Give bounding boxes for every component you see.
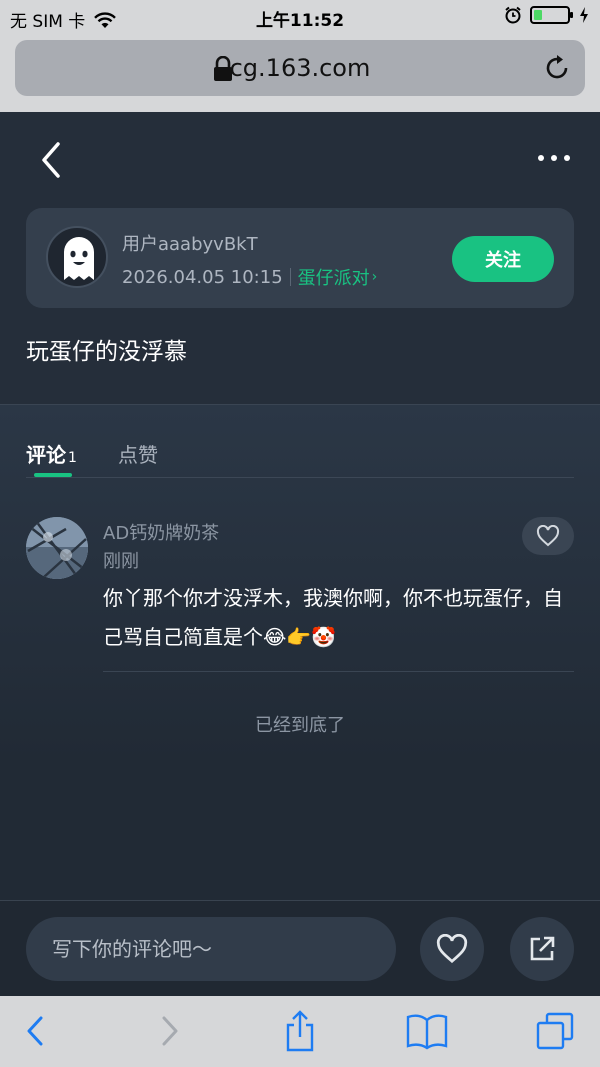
- like-button[interactable]: [420, 917, 484, 981]
- charging-icon: [580, 7, 588, 23]
- url-text: cg.163.com: [229, 54, 371, 82]
- browser-toolbar: [0, 996, 600, 1067]
- tab-comments-count: 1: [68, 450, 77, 466]
- comment-like-button[interactable]: [522, 517, 574, 555]
- follow-button[interactable]: 关注: [452, 236, 554, 282]
- post-meta: 2026.04.05 10:15 蛋仔派对 ›: [122, 264, 377, 290]
- alarm-icon: [505, 6, 521, 24]
- share-button[interactable]: [510, 917, 574, 981]
- author-username[interactable]: 用户aaabyvBkT: [122, 230, 258, 256]
- comment-time: 刚刚: [103, 551, 139, 572]
- author-card: 用户aaabyvBkT 2026.04.05 10:15 蛋仔派对 › 关注: [26, 208, 574, 308]
- battery-icon: [530, 6, 573, 24]
- game-tag[interactable]: 蛋仔派对: [298, 264, 370, 290]
- author-avatar[interactable]: [46, 226, 108, 288]
- more-dot: [564, 155, 570, 161]
- comment-input[interactable]: 写下你的评论吧～: [26, 917, 396, 981]
- comment-item: AD钙奶牌奶茶 刚刚 你丫那个你才没浮木，我澳你啊，你不也玩蛋仔，自己骂自己简直…: [0, 505, 600, 675]
- tab-likes-label: 点赞: [118, 443, 158, 467]
- bookmarks-icon: [406, 1014, 448, 1050]
- more-dot: [538, 155, 544, 161]
- ghost-avatar-icon: [64, 237, 94, 280]
- comment-text: 你丫那个你才没浮木，我澳你啊，你不也玩蛋仔，自己骂自己简直是个😂👉🤡: [103, 586, 563, 649]
- page-content: 用户aaabyvBkT 2026.04.05 10:15 蛋仔派对 › 关注 玩…: [0, 112, 600, 996]
- chevron-right-icon: [162, 1016, 178, 1046]
- upload-icon: [286, 1010, 314, 1052]
- reload-icon[interactable]: [541, 52, 573, 84]
- share-icon: [530, 936, 555, 961]
- post-header: 用户aaabyvBkT 2026.04.05 10:15 蛋仔派对 › 关注 玩…: [0, 112, 600, 404]
- browser-tabs-button[interactable]: [530, 1008, 580, 1054]
- status-bar: 无 SIM 卡 上午11:52: [0, 0, 600, 34]
- heart-icon: [436, 934, 468, 964]
- status-right: [504, 6, 590, 24]
- end-of-list-label: 已经到底了: [255, 715, 345, 736]
- browser-share-button[interactable]: [275, 1008, 325, 1054]
- more-icon[interactable]: [534, 148, 574, 168]
- game-tag-arrow: ›: [371, 269, 378, 285]
- address-bar[interactable]: cg.163.com: [15, 40, 585, 96]
- more-dot: [551, 155, 557, 161]
- commenter-name[interactable]: AD钙奶牌奶茶: [103, 519, 219, 545]
- post-timestamp: 2026.04.05 10:15: [122, 266, 283, 288]
- post-title: 玩蛋仔的没浮慕: [26, 339, 187, 365]
- heart-icon: [536, 525, 560, 547]
- browser-header: cg.163.com: [0, 34, 600, 112]
- tab-likes[interactable]: 点赞: [118, 439, 158, 468]
- browser-forward-button[interactable]: [145, 1008, 195, 1054]
- meta-separator: [289, 268, 291, 286]
- chevron-left-icon: [27, 1016, 43, 1046]
- commenter-avatar-image: [26, 517, 88, 579]
- commenter-avatar[interactable]: [26, 517, 88, 579]
- tab-comments[interactable]: 评论 1: [26, 439, 77, 468]
- tab-comments-label: 评论: [26, 443, 66, 467]
- comment-divider: [103, 671, 574, 672]
- browser-back-button[interactable]: [10, 1008, 60, 1054]
- browser-bookmarks-button[interactable]: [402, 1008, 452, 1054]
- back-icon[interactable]: [34, 140, 68, 180]
- comment-bar: 写下你的评论吧～: [0, 900, 600, 996]
- tabs-icon: [536, 1012, 574, 1050]
- tabs-divider: [26, 477, 574, 478]
- battery-level: [534, 10, 542, 20]
